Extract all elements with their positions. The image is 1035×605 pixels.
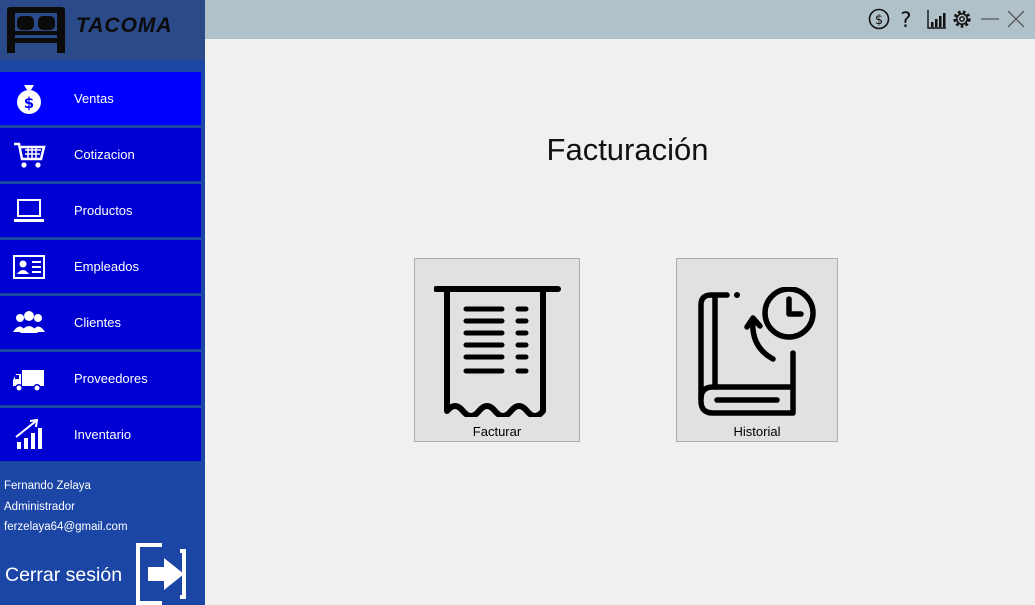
- laptop-icon: [14, 199, 44, 222]
- svg-text:$: $: [875, 13, 883, 28]
- sidebar-item-inventario[interactable]: Inventario: [0, 408, 201, 461]
- page-title: Facturación: [546, 132, 709, 167]
- sidebar-item-proveedores[interactable]: Proveedores: [0, 352, 201, 405]
- logout-arrow-icon[interactable]: [134, 543, 188, 605]
- svg-text:?: ?: [900, 8, 911, 30]
- sidebar-item-empleados[interactable]: Empleados: [0, 240, 201, 293]
- user-name: Fernando Zelaya: [4, 480, 91, 492]
- sidebar-item-label: Clientes: [74, 315, 121, 330]
- tile-label: Historial: [733, 424, 781, 439]
- money-bag-icon: $: [17, 85, 41, 114]
- id-card-icon: [13, 255, 45, 279]
- sidebar-item-label: Inventario: [74, 427, 132, 442]
- users-icon: [13, 311, 45, 333]
- brand-logo: TACOMA: [0, 0, 205, 60]
- sidebar-item-ventas[interactable]: $ Ventas: [0, 72, 201, 125]
- sidebar: TACOMA $ Ventas Cotizacion Productos Emp…: [0, 0, 205, 605]
- receipt-icon: [434, 286, 561, 417]
- user-email: ferzelaya64@gmail.com: [4, 521, 128, 533]
- sidebar-item-label: Productos: [74, 203, 133, 218]
- close-icon[interactable]: [1005, 8, 1027, 30]
- sidebar-item-productos[interactable]: Productos: [0, 184, 201, 237]
- sidebar-item-label: Empleados: [74, 259, 140, 274]
- growth-chart-icon: [15, 419, 42, 449]
- logout-label[interactable]: Cerrar sesión: [5, 564, 122, 587]
- historial-button[interactable]: Historial: [676, 258, 838, 442]
- user-info: Fernando Zelaya Administrador ferzelaya6…: [4, 476, 128, 538]
- history-book-icon: [698, 287, 816, 416]
- gear-icon[interactable]: [951, 8, 973, 30]
- tile-label: Facturar: [472, 424, 522, 439]
- chart-icon[interactable]: [926, 8, 948, 30]
- truck-icon: [13, 370, 44, 392]
- sidebar-item-label: Proveedores: [74, 371, 148, 386]
- help-icon[interactable]: ?: [895, 8, 917, 30]
- sidebar-item-label: Ventas: [74, 91, 114, 106]
- brand-name: TACOMA: [76, 14, 173, 37]
- facturar-button[interactable]: Facturar: [414, 258, 580, 442]
- user-role: Administrador: [4, 500, 75, 513]
- sidebar-item-clientes[interactable]: Clientes: [0, 296, 201, 349]
- currency-icon[interactable]: $: [868, 8, 890, 30]
- minimize-icon[interactable]: [979, 8, 1001, 30]
- svg-text:$: $: [24, 94, 34, 112]
- bed-icon: [7, 7, 65, 53]
- sidebar-nav: $ Ventas Cotizacion Productos Empleados …: [0, 72, 201, 464]
- title-bar: $ ?: [205, 0, 1035, 39]
